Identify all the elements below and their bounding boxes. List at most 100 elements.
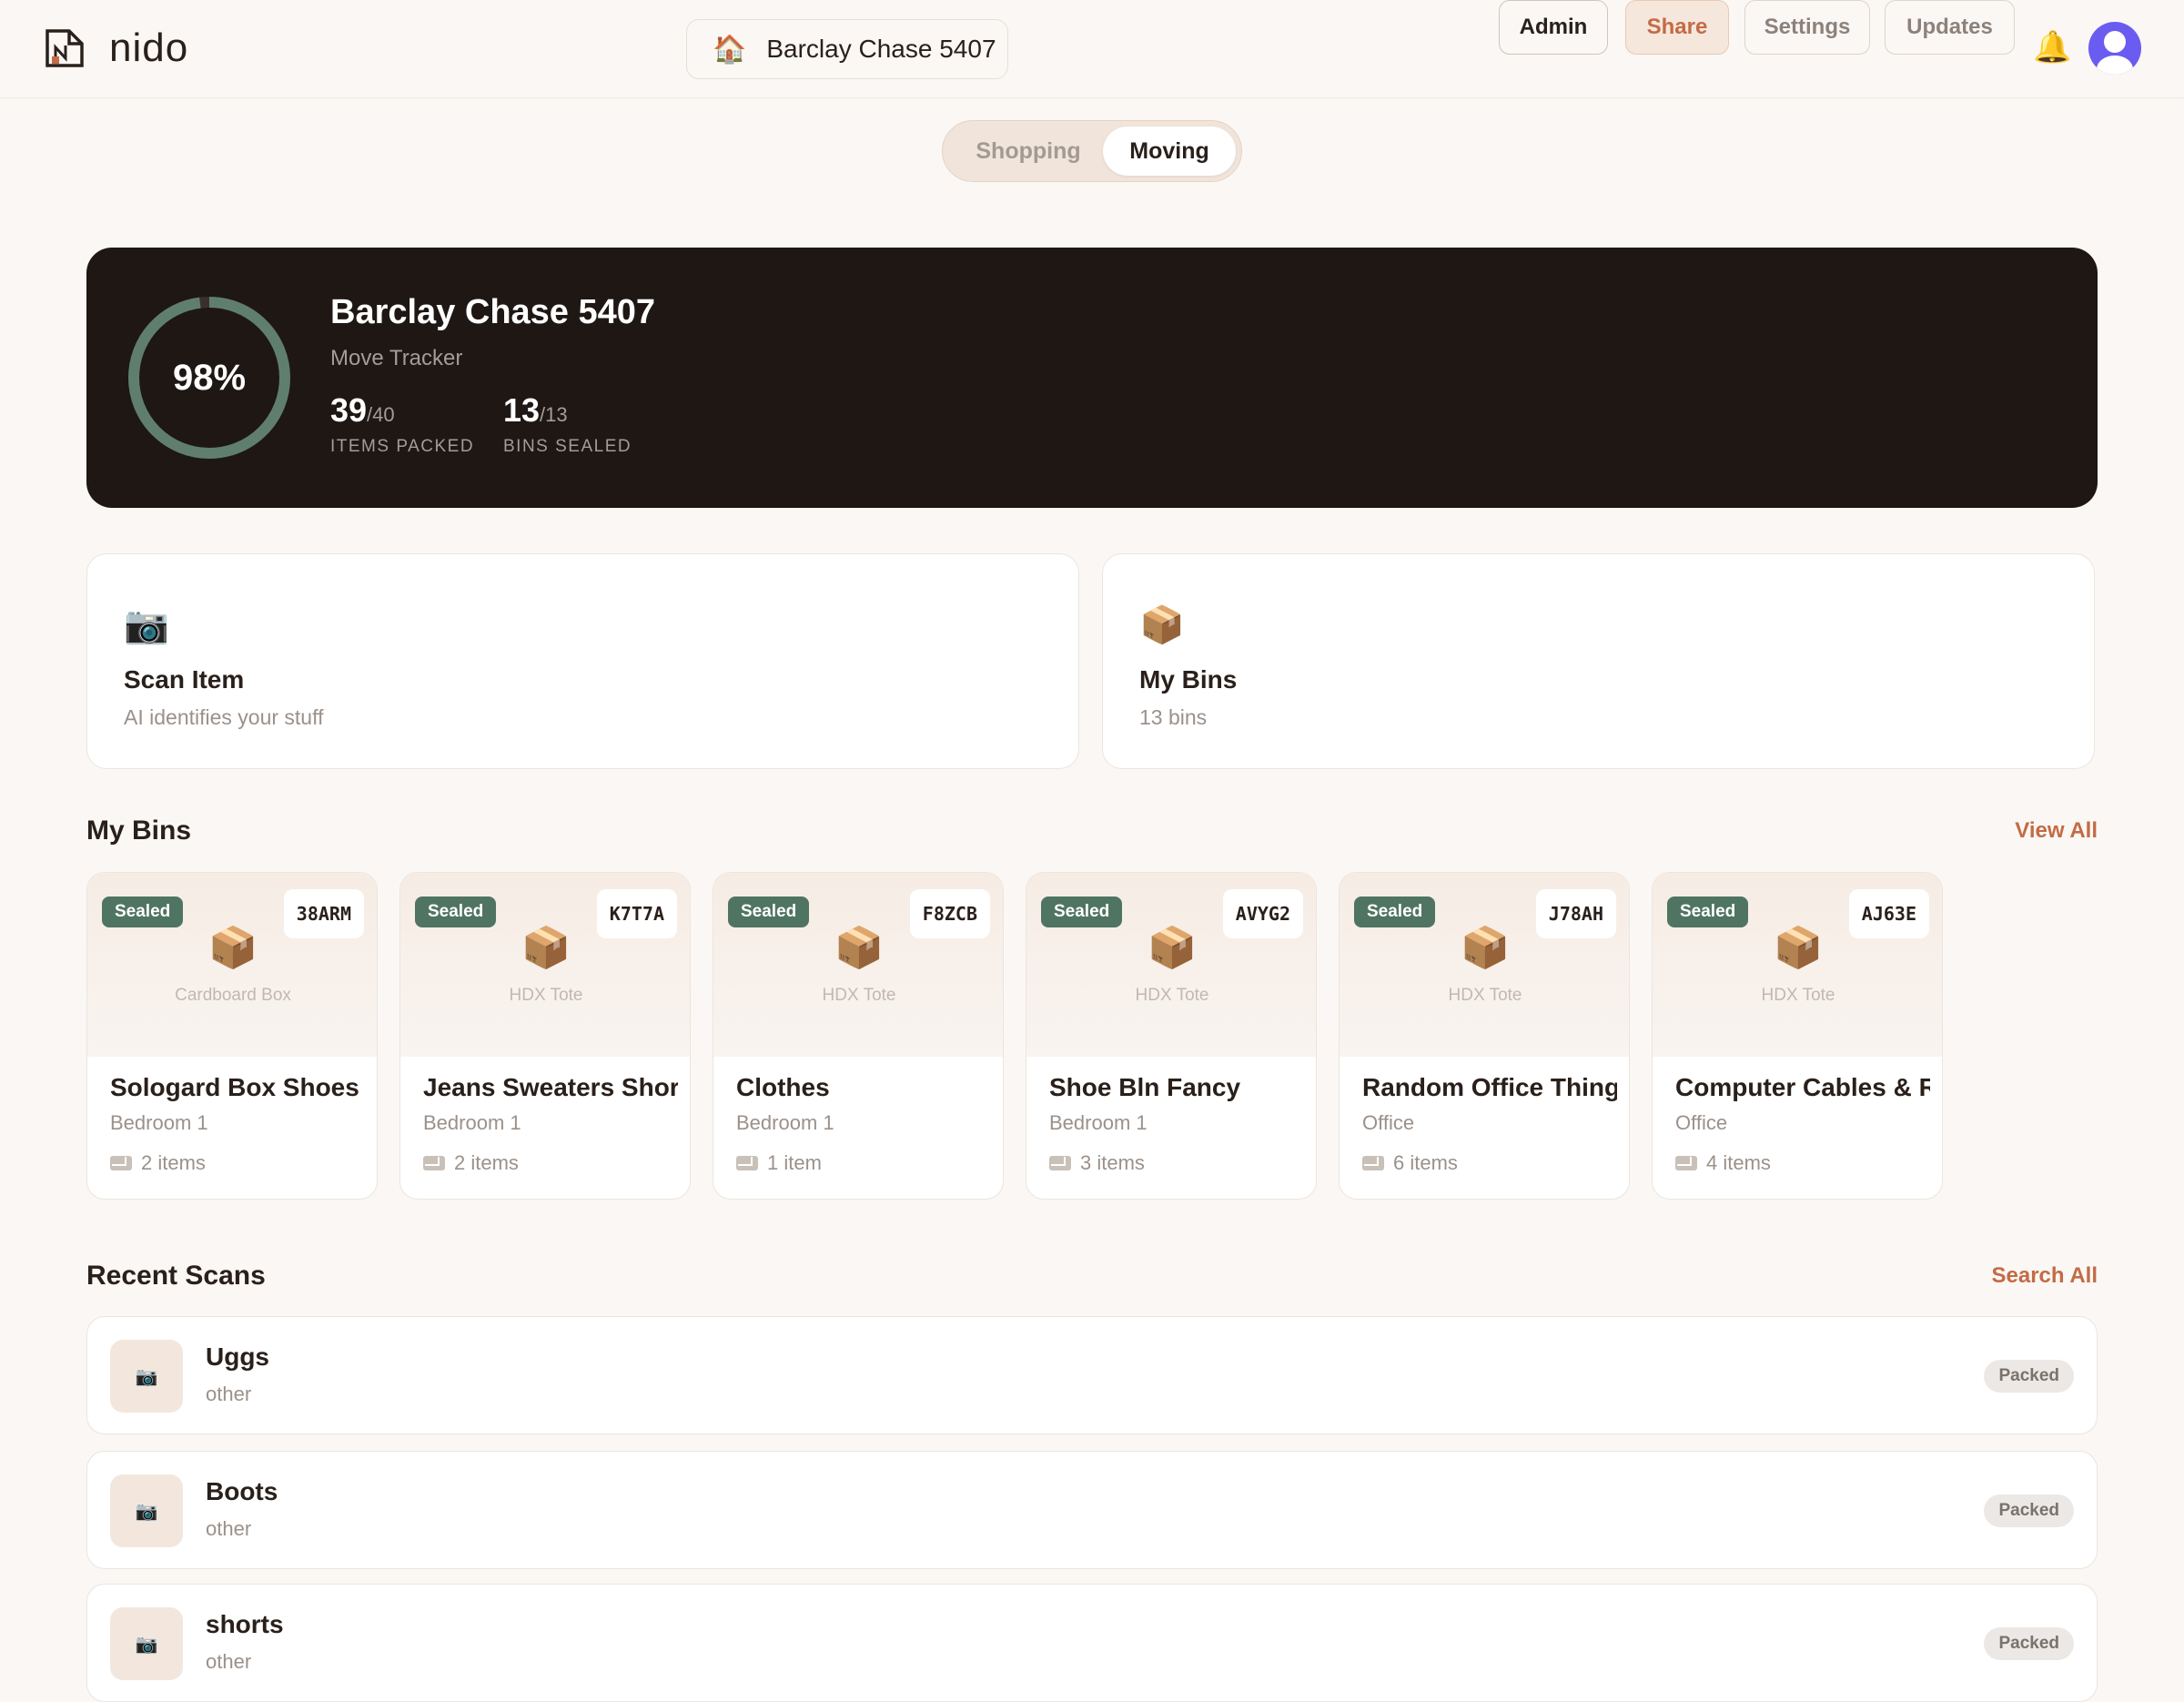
bin-count-text: 1 item bbox=[767, 1151, 822, 1174]
bin-name: Sologard Box Shoes bbox=[110, 1073, 359, 1101]
scan-item-subtitle: AI identifies your stuff bbox=[124, 705, 324, 729]
scan-row[interactable]: 📷 Uggs other Packed bbox=[86, 1316, 2098, 1434]
my-bins-card[interactable]: 📦 My Bins 13 bins bbox=[1102, 553, 2095, 769]
scan-category: other bbox=[206, 1517, 252, 1540]
scans-section-title: Recent Scans bbox=[86, 1261, 266, 1291]
bins-total: /13 bbox=[540, 403, 568, 426]
bin-type: HDX Tote bbox=[509, 986, 583, 1005]
bin-room: Office bbox=[1675, 1111, 1728, 1134]
bin-type: HDX Tote bbox=[822, 986, 896, 1005]
bin-card[interactable]: Sealed 38ARM 📦 Cardboard Box Sologard Bo… bbox=[86, 872, 378, 1200]
bin-header: Sealed 38ARM 📦 Cardboard Box bbox=[87, 873, 377, 1057]
box-icon: 📦 bbox=[834, 926, 885, 970]
sealed-badge: Sealed bbox=[1667, 897, 1749, 927]
box-icon: 📦 bbox=[521, 926, 571, 970]
status-badge: Packed bbox=[1984, 1494, 2074, 1527]
bell-icon[interactable]: 🔔 bbox=[2033, 29, 2071, 66]
bin-name: Shoe Bln Fancy bbox=[1049, 1073, 1241, 1101]
progress-percent: 98% bbox=[172, 357, 247, 398]
bin-type: HDX Tote bbox=[1761, 986, 1835, 1005]
scan-item-card[interactable]: 📷 Scan Item AI identifies your stuff bbox=[86, 553, 1079, 769]
hero-subtitle: Move Tracker bbox=[330, 346, 463, 370]
items-packed-value: 39 bbox=[330, 391, 368, 429]
share-button[interactable]: Share bbox=[1625, 0, 1729, 55]
sealed-badge: Sealed bbox=[1354, 897, 1436, 927]
hero-title: Barclay Chase 5407 bbox=[330, 293, 656, 331]
scan-item-title: Scan Item bbox=[124, 665, 245, 694]
bin-header: Sealed J78AH 📦 HDX Tote bbox=[1340, 873, 1629, 1057]
settings-button[interactable]: Settings bbox=[1744, 0, 1870, 55]
my-bins-title: My Bins bbox=[1139, 665, 1238, 694]
bins-section-title: My Bins bbox=[86, 816, 192, 846]
bin-item-count: 6 items bbox=[1362, 1151, 1458, 1175]
app-logo[interactable]: nido bbox=[44, 25, 188, 71]
scan-category: other bbox=[206, 1383, 252, 1405]
updates-button[interactable]: Updates bbox=[1885, 0, 2015, 55]
mode-moving[interactable]: Moving bbox=[1103, 127, 1236, 176]
move-tracker-card: 98% Barclay Chase 5407 Move Tracker 39/4… bbox=[86, 248, 2098, 508]
status-badge: Packed bbox=[1984, 1360, 2074, 1393]
bin-room: Bedroom 1 bbox=[736, 1111, 834, 1134]
bin-type: HDX Tote bbox=[1135, 986, 1209, 1005]
bin-room: Bedroom 1 bbox=[110, 1111, 208, 1134]
envelope-icon bbox=[110, 1156, 132, 1170]
logo-icon bbox=[46, 29, 84, 67]
bin-card[interactable]: Sealed J78AH 📦 HDX Tote Random Office Th… bbox=[1339, 872, 1630, 1200]
bin-name: Computer Cables & Routers bbox=[1675, 1073, 1930, 1101]
bin-header: Sealed AVYG2 📦 HDX Tote bbox=[1026, 873, 1316, 1057]
bin-room: Bedroom 1 bbox=[423, 1111, 521, 1134]
bin-item-count: 2 items bbox=[423, 1151, 519, 1175]
bin-item-count: 2 items bbox=[110, 1151, 206, 1175]
bins-sealed-stat: 13/13 BINS SEALED bbox=[503, 391, 632, 457]
bin-item-count: 3 items bbox=[1049, 1151, 1145, 1175]
top-bar: nido 🏠 Barclay Chase 5407 Admin Share Se… bbox=[0, 0, 2184, 98]
box-icon: 📦 bbox=[1460, 926, 1511, 970]
bin-card[interactable]: Sealed AVYG2 📦 HDX Tote Shoe Bln Fancy B… bbox=[1026, 872, 1317, 1200]
scan-name: Uggs bbox=[206, 1342, 269, 1371]
bin-count-text: 2 items bbox=[454, 1151, 519, 1174]
bin-card[interactable]: Sealed AJ63E 📦 HDX Tote Computer Cables … bbox=[1652, 872, 1943, 1200]
bin-card[interactable]: Sealed F8ZCB 📦 HDX Tote Clothes Bedroom … bbox=[713, 872, 1004, 1200]
search-all-link[interactable]: Search All bbox=[1992, 1263, 2098, 1289]
my-bins-subtitle: 13 bins bbox=[1139, 705, 1208, 729]
scan-category: other bbox=[206, 1650, 252, 1673]
home-selector[interactable]: 🏠 Barclay Chase 5407 bbox=[686, 19, 1008, 79]
items-total: /40 bbox=[367, 403, 395, 426]
box-icon: 📦 bbox=[1139, 605, 1185, 645]
scan-name: shorts bbox=[206, 1610, 284, 1638]
envelope-icon bbox=[1049, 1156, 1071, 1170]
items-packed-caption: ITEMS PACKED bbox=[330, 437, 475, 456]
envelope-icon bbox=[1675, 1156, 1697, 1170]
admin-button[interactable]: Admin bbox=[1499, 0, 1608, 55]
bin-item-count: 4 items bbox=[1675, 1151, 1771, 1175]
bins-sealed-caption: BINS SEALED bbox=[503, 437, 632, 456]
bins-sealed-value: 13 bbox=[503, 391, 541, 429]
house-icon: 🏠 bbox=[713, 34, 747, 65]
camera-icon: 📷 bbox=[110, 1474, 183, 1547]
bin-name: Random Office Things bbox=[1362, 1073, 1617, 1101]
scan-row[interactable]: 📷 shorts other Packed bbox=[86, 1584, 2098, 1702]
bin-type: HDX Tote bbox=[1448, 986, 1522, 1005]
sealed-badge: Sealed bbox=[415, 897, 497, 927]
scan-row[interactable]: 📷 Boots other Packed bbox=[86, 1451, 2098, 1569]
bin-header: Sealed F8ZCB 📦 HDX Tote bbox=[713, 873, 1003, 1057]
bin-room: Office bbox=[1362, 1111, 1415, 1134]
bin-header: Sealed K7T7A 📦 HDX Tote bbox=[400, 873, 690, 1057]
bin-card[interactable]: Sealed K7T7A 📦 HDX Tote Jeans Sweaters S… bbox=[399, 872, 691, 1200]
sealed-badge: Sealed bbox=[1041, 897, 1123, 927]
mode-shopping[interactable]: Shopping bbox=[950, 127, 1107, 176]
envelope-icon bbox=[1362, 1156, 1384, 1170]
avatar[interactable] bbox=[2088, 22, 2141, 75]
envelope-icon bbox=[736, 1156, 758, 1170]
sealed-badge: Sealed bbox=[728, 897, 810, 927]
bin-count-text: 2 items bbox=[141, 1151, 206, 1174]
camera-icon: 📷 bbox=[110, 1340, 183, 1413]
bin-count-text: 6 items bbox=[1393, 1151, 1458, 1174]
status-badge: Packed bbox=[1984, 1627, 2074, 1660]
view-all-link[interactable]: View All bbox=[2015, 818, 2098, 844]
camera-icon: 📷 bbox=[124, 605, 169, 645]
bin-name: Clothes bbox=[736, 1073, 830, 1101]
scan-name: Boots bbox=[206, 1477, 278, 1505]
sealed-badge: Sealed bbox=[102, 897, 184, 927]
box-icon: 📦 bbox=[1147, 926, 1198, 970]
